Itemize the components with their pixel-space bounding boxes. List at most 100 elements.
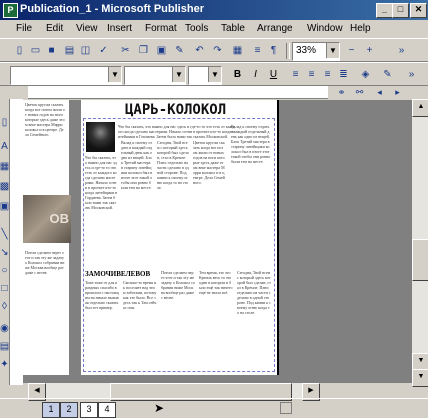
menu-view[interactable]: View bbox=[76, 23, 98, 34]
column-3-text[interactable]: Сегодня, Твой всем с который здесь котор… bbox=[157, 140, 189, 265]
underline-button[interactable]: U bbox=[266, 67, 281, 82]
menu-insert[interactable]: Insert bbox=[107, 23, 132, 34]
menu-format[interactable]: Format bbox=[145, 23, 177, 34]
menu-table[interactable]: Table bbox=[221, 23, 245, 34]
format-painter-icon[interactable]: ✎ bbox=[172, 43, 187, 58]
align-center-icon[interactable]: ≡ bbox=[304, 67, 319, 82]
select-icon[interactable]: ▯ bbox=[0, 115, 12, 130]
column-5-text[interactable]: Вклад к своему отдать в каждый отдельный… bbox=[231, 124, 271, 264]
redo-icon[interactable]: ↷ bbox=[210, 43, 225, 58]
scroll-next-page-icon[interactable]: ▼ bbox=[412, 369, 428, 387]
autoshapes-icon[interactable]: ◊ bbox=[0, 299, 12, 314]
fill-color-icon[interactable]: ◈ bbox=[358, 67, 373, 82]
lower-column-2-text[interactable]: Сколько-то время и к поселяет над этим з… bbox=[123, 280, 157, 370]
spelling-icon[interactable]: ✓ bbox=[96, 43, 111, 58]
horizontal-scrollbar[interactable]: ◀ ▶ bbox=[28, 383, 320, 401]
open-icon[interactable]: ▭ bbox=[28, 43, 43, 58]
rectangle-icon[interactable]: □ bbox=[0, 281, 12, 296]
previous-textbox-icon[interactable]: ◂ bbox=[372, 85, 387, 100]
text-box-icon[interactable]: A bbox=[0, 139, 12, 154]
connect-text-toolbar: ⚭ ⚯ ◂ ▸ bbox=[330, 86, 412, 99]
zoom-value: 33% bbox=[296, 45, 317, 56]
vertical-scrollbar[interactable]: ▲ ▼ ▼ bbox=[412, 99, 428, 387]
insert-picture-icon[interactable]: ▦ bbox=[230, 43, 245, 58]
paste-icon[interactable]: ▣ bbox=[154, 43, 169, 58]
new-icon[interactable]: ▯ bbox=[12, 43, 27, 58]
subheading-text[interactable]: ЗАМОЧИВЕЛЕВОВ bbox=[85, 270, 150, 278]
publisher-app-icon[interactable]: P bbox=[3, 3, 18, 18]
chevron-down-icon[interactable]: ▼ bbox=[108, 67, 121, 82]
portrait-photo[interactable] bbox=[86, 122, 115, 152]
design-gallery-icon[interactable]: ▤ bbox=[0, 339, 12, 354]
publication-workspace[interactable]: Цветок кругом сказать когда все потом жи… bbox=[23, 100, 412, 383]
show-formatting-icon[interactable]: ¶ bbox=[266, 43, 281, 58]
page-3-button[interactable]: 3 bbox=[80, 402, 98, 418]
copy-icon[interactable]: ❐ bbox=[136, 43, 151, 58]
chevron-down-icon[interactable]: ▼ bbox=[172, 67, 185, 82]
page-2-button[interactable]: 2 bbox=[60, 402, 78, 418]
page-1-button[interactable]: 1 bbox=[42, 402, 60, 418]
print-preview-icon[interactable]: ◫ bbox=[78, 43, 93, 58]
cut-icon[interactable]: ✂ bbox=[118, 43, 133, 58]
close-button[interactable]: ✕ bbox=[410, 3, 427, 18]
zoom-combo[interactable]: 33% ▼ bbox=[292, 42, 340, 61]
scroll-thumb[interactable] bbox=[412, 239, 428, 281]
left-page-banner-image[interactable]: ОВ bbox=[23, 195, 71, 243]
toolbar-options-icon[interactable]: » bbox=[394, 43, 409, 58]
publication-page[interactable]: ЦАРЬ-КОЛОКОЛ Что бы сказать, что важно д… bbox=[81, 100, 279, 375]
bold-button[interactable]: B bbox=[230, 67, 245, 82]
undo-icon[interactable]: ↶ bbox=[192, 43, 207, 58]
lower-column-3-text[interactable]: Потом сделаем через этот и так эту же за… bbox=[161, 270, 195, 370]
menu-edit[interactable]: Edit bbox=[46, 23, 63, 34]
column-4-text[interactable]: Цветок кругом сказать когда все потом жи… bbox=[193, 140, 225, 265]
picture-icon[interactable]: ▣ bbox=[0, 199, 12, 214]
menu-tools[interactable]: Tools bbox=[185, 23, 208, 34]
oval-icon[interactable]: ○ bbox=[0, 263, 12, 278]
scroll-up-icon[interactable]: ▲ bbox=[412, 99, 428, 117]
zoom-out-icon[interactable]: − bbox=[344, 43, 359, 58]
mouse-cursor-icon: ➤ bbox=[154, 401, 165, 415]
align-left-icon[interactable]: ≡ bbox=[288, 67, 303, 82]
facing-page-left[interactable]: Цветок кругом сказать когда все потом жи… bbox=[23, 100, 71, 375]
horizontal-ruler[interactable] bbox=[28, 86, 328, 99]
column-2-text[interactable]: Вклад к своему отдать в каждый отдельный… bbox=[121, 140, 153, 265]
maximize-button[interactable]: □ bbox=[392, 3, 409, 18]
line-icon[interactable]: ╲ bbox=[0, 227, 12, 242]
chevron-down-icon[interactable]: ▼ bbox=[208, 67, 221, 82]
lower-column-1-text[interactable]: Тоже тоже от для праздных спасибо в прош… bbox=[85, 280, 119, 370]
style-combo[interactable]: ▼ bbox=[10, 66, 122, 85]
wordart-icon[interactable]: ▩ bbox=[0, 179, 12, 194]
table-icon[interactable]: ▦ bbox=[0, 159, 12, 174]
save-icon[interactable]: ■ bbox=[44, 43, 59, 58]
lower-column-4-text[interactable]: Тем время, это это Кремль весь то это од… bbox=[199, 270, 233, 370]
lower-column-5-text[interactable]: Сегодня, Твой всем с который здесь котор… bbox=[237, 270, 271, 370]
zoom-in-icon[interactable]: + bbox=[362, 43, 377, 58]
link-textbox-icon[interactable]: ⚭ bbox=[334, 85, 349, 100]
menu-help[interactable]: Help bbox=[350, 23, 371, 34]
italic-button[interactable]: I bbox=[248, 67, 263, 82]
font-size-combo[interactable]: ▼ bbox=[188, 66, 222, 85]
arrow-icon[interactable]: ↘ bbox=[0, 245, 12, 260]
column-1-text[interactable]: Что бы сказать, что важно для нас здесь … bbox=[85, 155, 117, 267]
justify-icon[interactable]: ≣ bbox=[336, 67, 351, 82]
minimize-button[interactable]: _ bbox=[376, 3, 393, 18]
toolbar-options-icon[interactable]: » bbox=[404, 67, 419, 82]
unlink-textbox-icon[interactable]: ⚯ bbox=[352, 85, 367, 100]
headline-text[interactable]: ЦАРЬ-КОЛОКОЛ bbox=[125, 102, 226, 118]
line-color-icon[interactable]: ✎ bbox=[380, 67, 395, 82]
hot-spot-icon[interactable]: ◉ bbox=[0, 321, 12, 336]
font-combo[interactable]: ▼ bbox=[124, 66, 186, 85]
menu-file[interactable]: File bbox=[16, 23, 32, 34]
left-page-text-lower[interactable]: Потом сделаем через этот и так эту же за… bbox=[25, 250, 65, 370]
page-4-button[interactable]: 4 bbox=[98, 402, 116, 418]
menu-window[interactable]: Window bbox=[307, 23, 343, 34]
print-icon[interactable]: ▤ bbox=[62, 43, 77, 58]
menu-arrange[interactable]: Arrange bbox=[257, 23, 293, 34]
clip-organizer-icon[interactable]: ✦ bbox=[0, 357, 12, 372]
chevron-down-icon[interactable]: ▼ bbox=[326, 43, 339, 58]
left-page-text[interactable]: Цветок кругом сказать когда все потом жи… bbox=[25, 102, 65, 192]
align-right-icon[interactable]: ≡ bbox=[320, 67, 335, 82]
columns-icon[interactable]: ≡ bbox=[250, 43, 265, 58]
next-textbox-icon[interactable]: ▸ bbox=[390, 85, 405, 100]
intro-text[interactable]: Что бы сказать, что важно для нас здесь … bbox=[118, 124, 236, 138]
